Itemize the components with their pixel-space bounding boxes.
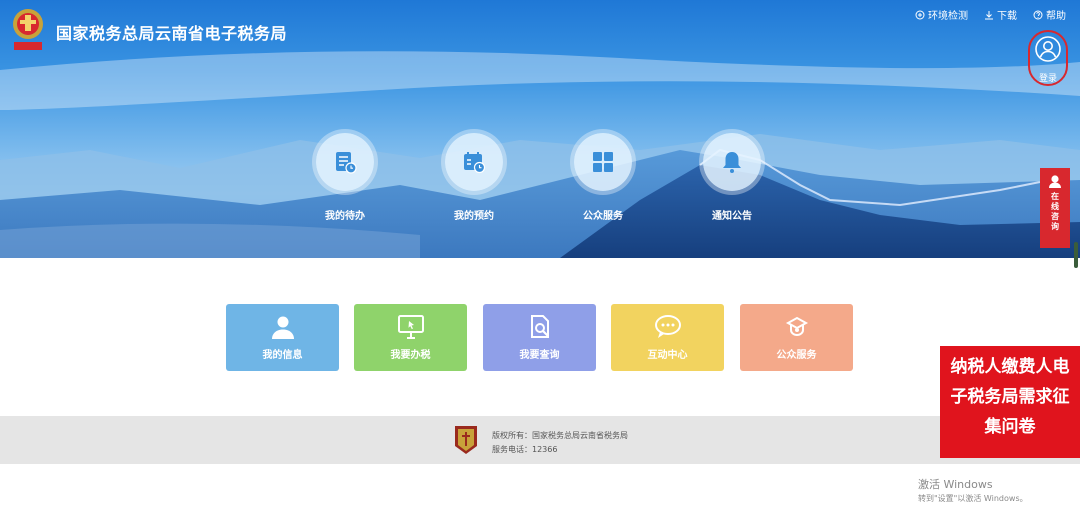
todo-circle (316, 133, 374, 191)
quick-nav-notice[interactable]: 通知公告 (687, 133, 777, 222)
footer-phone: 服务电话：12366 (492, 445, 558, 454)
tile-query[interactable]: 我要查询 (483, 304, 596, 371)
environment-check-link[interactable]: 环境检测 (915, 7, 968, 22)
login-button[interactable]: 登录 (1028, 30, 1068, 86)
wrench-icon (915, 10, 925, 19)
question-icon (1033, 10, 1043, 19)
windows-activation-watermark: 激活 Windows 转到"设置"以激活 Windows。 (918, 476, 1028, 504)
public-service-label: 公众服务 (583, 211, 623, 222)
todo-icon (336, 152, 357, 174)
user-avatar (1035, 36, 1061, 62)
public-service-circle (574, 133, 632, 191)
environment-check-label: 环境检测 (928, 11, 968, 22)
help-label: 帮助 (1046, 11, 1066, 22)
page-root: 国家税务总局云南省电子税务局 环境检测 下载 帮助 登录 我的待办 我的预约 公… (0, 0, 1080, 515)
survey-banner[interactable]: 纳税人缴费人电子税务局需求征集问卷 (940, 346, 1080, 458)
notice-circle (703, 133, 761, 191)
windows-activation-title: 激活 Windows (918, 478, 993, 491)
online-consult-button[interactable]: 在线咨询 (1040, 168, 1070, 248)
online-consult-label: 在线咨询 (1051, 192, 1059, 231)
footer-copyright: 版权所有：国家税务总局云南省税务局 (492, 431, 628, 440)
quick-nav-todo[interactable]: 我的待办 (300, 133, 390, 222)
tile-public-service-label: 公众服务 (776, 350, 817, 361)
tile-public-service[interactable]: 公众服务 (740, 304, 853, 371)
top-links: 环境检测 下载 帮助 (915, 7, 1066, 22)
login-label: 登录 (1038, 74, 1057, 84)
service-icon (785, 316, 808, 337)
footer-emblem-icon (455, 426, 477, 454)
scrollbar-thumb[interactable] (1074, 242, 1078, 268)
download-label: 下载 (997, 11, 1017, 22)
search-doc-icon (530, 315, 549, 338)
chat-icon (654, 315, 681, 338)
user-avatar-icon (1035, 36, 1061, 62)
todo-label: 我的待办 (325, 211, 365, 222)
user-icon (271, 316, 294, 339)
help-link[interactable]: 帮助 (1033, 7, 1066, 22)
download-link[interactable]: 下载 (984, 7, 1017, 22)
notice-label: 通知公告 (712, 211, 752, 222)
tile-handle-tax[interactable]: 我要办税 (354, 304, 467, 371)
tile-query-label: 我要查询 (519, 350, 560, 361)
appointment-label: 我的预约 (454, 211, 494, 222)
tile-handle-tax-label: 我要办税 (390, 350, 431, 361)
calendar-icon (464, 152, 486, 174)
quick-nav-public-service[interactable]: 公众服务 (558, 133, 648, 222)
download-icon (985, 10, 993, 19)
tile-my-info-label: 我的信息 (262, 350, 303, 361)
monitor-icon (397, 315, 424, 339)
tax-emblem-logo (13, 9, 43, 50)
hero-banner: 国家税务总局云南省电子税务局 环境检测 下载 帮助 登录 我的待办 我的预约 公… (0, 0, 1080, 258)
windows-activation-hint: 转到"设置"以激活 Windows。 (918, 494, 1028, 503)
footer-text: 版权所有：国家税务总局云南省税务局 服务电话：12366 (492, 429, 628, 457)
site-title: 国家税务总局云南省电子税务局 (56, 24, 288, 43)
tile-my-info[interactable]: 我的信息 (226, 304, 339, 371)
appointment-circle (445, 133, 503, 191)
quick-nav-appointment[interactable]: 我的预约 (429, 133, 519, 222)
footer: 版权所有：国家税务总局云南省税务局 服务电话：12366 (0, 416, 1080, 464)
headset-icon (1049, 175, 1061, 188)
grid-icon (593, 152, 613, 172)
bell-icon (723, 152, 741, 173)
tile-interaction-label: 互动中心 (647, 350, 688, 361)
tile-interaction[interactable]: 互动中心 (611, 304, 724, 371)
